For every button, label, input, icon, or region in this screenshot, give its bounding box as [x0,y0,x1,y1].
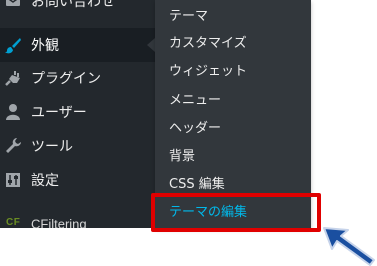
sidebar-item-label: ツール [31,139,73,155]
sidebar-item-appearance[interactable]: 外観 [0,28,155,62]
submenu-pointer-caret [147,38,155,52]
user-icon [6,104,20,120]
mail-icon [6,0,20,6]
sidebar-item-label: 外観 [31,38,59,54]
wrench-icon [6,138,21,153]
screenshot-canvas: お問い合わせ 外観 プラグイン ユーザー ツール 設定 CF CFilterin… [0,0,377,266]
sidebar-item-label: お問い合わせ [31,0,115,10]
submenu-item-themes[interactable]: テーマ [169,9,208,25]
plugin-icon [5,71,20,86]
submenu-item-css-edit[interactable]: CSS 編集 [169,177,225,193]
sidebar-item-settings[interactable]: 設定 [0,163,155,197]
submenu-item-menus[interactable]: メニュー [169,93,221,109]
sidebar-item-users[interactable]: ユーザー [0,95,155,129]
submenu-item-customize[interactable]: カスタマイズ [169,36,247,52]
sidebar-item-contact[interactable]: お問い合わせ [0,0,155,18]
highlight-box [151,193,321,232]
cf-icon: CF [6,217,21,228]
sidebar-item-cfiltering[interactable]: CF CFiltering [0,207,155,229]
sidebar-item-label: プラグイン [31,71,101,87]
sidebar-item-tools[interactable]: ツール [0,129,155,163]
sidebar-item-label: 設定 [31,173,59,189]
submenu-item-header[interactable]: ヘッダー [169,121,221,137]
submenu-item-background[interactable]: 背景 [169,149,195,165]
sidebar-item-label: CFiltering [31,216,87,229]
sidebar-item-label: ユーザー [31,105,87,121]
arrow-pointer-icon [323,227,375,266]
submenu-item-widgets[interactable]: ウィジェット [169,64,247,80]
paintbrush-icon [5,38,21,54]
sidebar-item-plugins[interactable]: プラグイン [0,61,155,95]
admin-sidebar: お問い合わせ 外観 プラグイン ユーザー ツール 設定 CF CFilterin… [0,0,155,228]
settings-icon [6,173,20,187]
